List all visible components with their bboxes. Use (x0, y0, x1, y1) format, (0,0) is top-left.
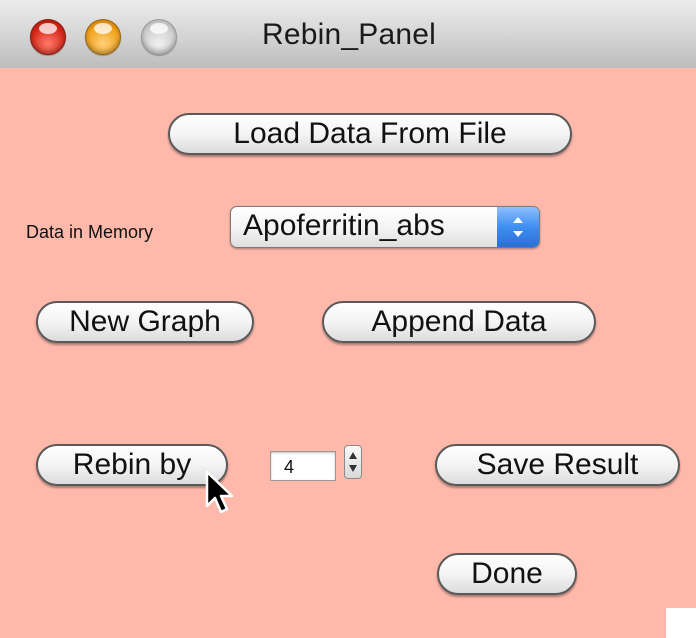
rebin-value-field[interactable]: 4 (270, 451, 336, 481)
append-data-button[interactable]: Append Data (322, 301, 596, 343)
up-down-arrows-icon (497, 207, 539, 247)
load-data-from-file-button[interactable]: Load Data From File (168, 113, 572, 155)
rebin-by-button[interactable]: Rebin by (36, 444, 228, 486)
zoom-icon[interactable] (141, 19, 177, 55)
popup-selected-value: Apoferritin_abs (243, 209, 445, 242)
rebin-panel-window: Rebin_Panel Load Data From File Data in … (0, 0, 696, 638)
done-button[interactable]: Done (437, 553, 577, 595)
close-icon[interactable] (30, 19, 66, 55)
minimize-icon[interactable] (85, 19, 121, 55)
mouse-pointer-icon (205, 470, 234, 514)
window-title: Rebin_Panel (262, 18, 436, 51)
panel-body: Load Data From File Data in Memory Apofe… (0, 68, 696, 638)
new-graph-button[interactable]: New Graph (36, 301, 254, 343)
save-result-button[interactable]: Save Result (435, 444, 680, 486)
data-in-memory-popup[interactable]: Apoferritin_abs (230, 206, 540, 248)
stepper-arrows-icon[interactable] (344, 445, 362, 479)
panel-corner (666, 608, 696, 638)
data-in-memory-label: Data in Memory (26, 222, 154, 242)
title-bar[interactable]: Rebin_Panel (0, 0, 696, 69)
